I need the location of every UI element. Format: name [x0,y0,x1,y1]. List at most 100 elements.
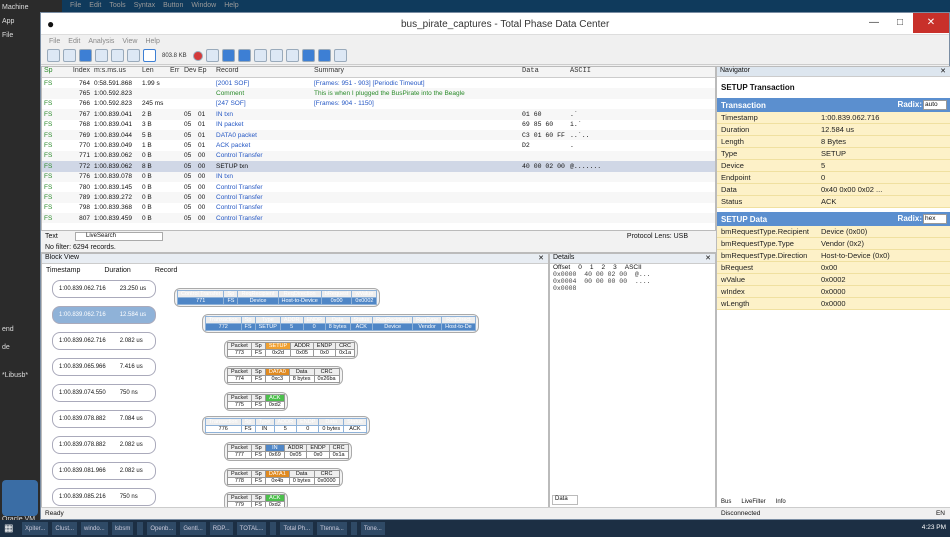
view-icon-3[interactable] [237,49,251,62]
table-row[interactable]: FS 770 1:00.839.049 1 B 05 01 ACK packet D2. [42,140,715,150]
block-pill[interactable]: 1:00.839.074.550 750 ns [52,384,156,402]
play-icon[interactable] [143,49,156,62]
menu-analysis[interactable]: Analysis [88,38,114,45]
table-row[interactable]: FS 771 1:00.839.062 0 B 05 00 Control Transfer [42,150,715,162]
taskbar-item[interactable]: Gentl... [180,522,206,535]
radix-select[interactable]: auto [923,100,947,110]
block-row[interactable]: 1:00.839.065.966 7.416 us [46,354,156,380]
taskbar-item[interactable]: RDP... [209,522,233,535]
taskbar-item[interactable]: Total Ph... [280,522,314,535]
transaction-section[interactable]: Transaction Radix: auto [717,98,950,112]
table-row[interactable]: FS 807 1:00.839.459 0 B 05 00 Control Transfer [42,213,715,224]
block-row[interactable]: 1:00.839.081.966 2.082 us [46,458,156,484]
nav-field[interactable]: Type SETUP [717,148,950,160]
block-row[interactable]: 1:00.839.078.882 2.082 us [46,432,156,458]
device-icon[interactable] [111,49,124,62]
nav-field[interactable]: wValue 0x0002 [717,274,950,286]
nav-field[interactable]: bmRequestType.Recipient Device (0x00) [717,226,950,238]
col-data[interactable]: Data [520,67,568,77]
view-icon-6[interactable] [285,49,299,62]
nav-field[interactable]: Length 8 Bytes [717,136,950,148]
menu-help[interactable]: Help [145,38,159,45]
block-pill[interactable]: 1:00.839.078.882 7.084 us [52,410,156,428]
maximize-button[interactable]: □ [887,13,913,33]
nav-field[interactable]: Device 5 [717,160,950,172]
taskbar-item[interactable]: Ttenna... [317,522,347,535]
taskbar-item[interactable]: Openb... [147,522,177,535]
taskbar-item[interactable]: Tone... [360,522,385,535]
taskbar-item[interactable]: Clust... [52,522,78,535]
save-icon[interactable] [79,49,92,62]
col-err[interactable]: Err [168,67,182,77]
taskbar-item[interactable] [270,522,277,535]
block-pill[interactable]: 1:00.839.081.966 2.082 us [52,462,156,480]
monitor-icon[interactable] [127,49,140,62]
open-icon[interactable] [63,49,76,62]
record-icon[interactable] [192,50,203,61]
block-pill[interactable]: 1:00.839.085.216 750 ns [52,488,156,506]
block-row[interactable]: 1:00.839.062.716 2.082 us [46,328,156,354]
close-button[interactable]: ✕ [913,13,949,33]
nav-field[interactable]: Duration 12.584 us [717,124,950,136]
nav-field[interactable]: Timestamp 1:00.839.062.716 [717,112,950,124]
table-row[interactable]: FS 798 1:00.839.368 0 B 05 00 Control Transfer [42,203,715,213]
capture-settings-icon[interactable] [95,49,108,62]
menu-file[interactable]: File [49,38,60,45]
col-time[interactable]: m:s.ms.us [90,67,140,77]
table-row[interactable]: FS 767 1:00.839.041 2 B 05 01 IN txn 01 60 .` [42,109,715,120]
view-icon-8[interactable] [317,49,331,62]
col-index[interactable]: Index [66,67,90,77]
virtualbox-icon[interactable] [2,480,38,516]
menu-edit[interactable]: Edit [68,38,80,45]
details-close-icon[interactable]: ✕ [705,254,711,262]
nav-field[interactable]: Status ACK [717,196,950,208]
block-row[interactable]: 1:00.839.078.882 7.084 us [46,406,156,432]
navigator-close-icon[interactable]: ✕ [940,67,946,75]
ack-packet-block-2[interactable]: Packet Sp ACK 779 FS 0xd2 [224,492,288,507]
table-row[interactable]: FS 789 1:00.839.272 0 B 05 00 Control Transfer [42,192,715,203]
nav-field[interactable]: wIndex 0x0000 [717,286,950,298]
table-row[interactable]: FS 768 1:00.839.041 3 B 05 01 IN packet 69 85 6… [42,120,715,130]
block-row[interactable]: 1:00.839.062.716 23.250 us [46,276,156,302]
col-dev[interactable]: Dev [182,67,196,77]
table-row[interactable]: FS 766 1:00.592.823 245 ms [247 SOF] [Frames:… [42,99,715,109]
start-icon[interactable]: ▦ [4,523,18,534]
filter-type[interactable]: Text [45,233,58,240]
block-row[interactable]: 1:00.839.085.216 750 ns [46,484,156,507]
control-transfer-block[interactable]: Control Transfer Sp ReqRecipient ReqDirecti… [174,288,381,307]
protocol-lens[interactable]: Protocol Lens: USB [627,233,688,240]
view-icon-4[interactable] [253,49,267,62]
col-record[interactable]: Record [214,67,312,77]
tab-info[interactable]: Info [776,499,786,505]
setup-packet-block[interactable]: Packet Sp SETUP ADDR ENDP CRC 773 FS 0x2d 0x05 0x… [224,340,359,359]
nav-field[interactable]: Endpoint 0 [717,172,950,184]
col-ep[interactable]: Ep [196,67,214,77]
tab-livefilter[interactable]: LiveFilter [741,499,765,505]
nav-field[interactable]: wLength 0x0000 [717,298,950,310]
view-icon-1[interactable] [205,49,219,62]
setup-transaction-block[interactable]: Transaction Sp Type ADDR ENDP Data Status ReqRe… [202,314,479,333]
taskbar-item[interactable] [350,522,357,535]
data0-packet-block[interactable]: Packet Sp DATA0 Data CRC 774 FS 0xc3 8 bytes 0x2… [224,366,343,385]
col-sp[interactable]: Sp [42,67,66,77]
col-ascii[interactable]: ASCII [568,67,628,77]
block-row[interactable]: 1:00.839.074.550 750 ns [46,380,156,406]
taskbar-item[interactable]: Xpiter... [22,522,49,535]
block-pill[interactable]: 1:00.839.062.716 2.082 us [52,332,156,350]
nav-field[interactable]: bmRequestType.Direction Host-to-Device (0… [717,250,950,262]
in-transaction-block[interactable]: Transaction Sp Type ADDR ENDP Data Status 776 F… [202,416,370,435]
view-icon-5[interactable] [269,49,283,62]
pin-icon[interactable]: ✕ [538,254,544,262]
nav-field[interactable]: bmRequestType.Type Vendor (0x2) [717,238,950,250]
wand-icon[interactable] [333,49,347,62]
details-data-tab[interactable]: Data [552,495,578,505]
data1-packet-block[interactable]: Packet Sp DATA1 Data CRC 778 FS 0x4b 0 bytes 0x0… [224,468,343,487]
taskbar-item[interactable]: TOTAL... [236,522,267,535]
table-row[interactable]: 765 1:00.592.823 Comment This is when I plu… [42,88,715,99]
taskbar-item[interactable]: windo... [81,522,108,535]
setup-data-section[interactable]: SETUP Data Radix: hex [717,212,950,226]
search-input[interactable]: LiveSearch [75,232,163,241]
block-pill[interactable]: 1:00.839.078.882 2.082 us [52,436,156,454]
taskbar-item[interactable] [137,522,144,535]
table-row[interactable]: FS 764 0:58.591.868 1.99 s [2001 SOF] [Frames… [42,78,715,88]
